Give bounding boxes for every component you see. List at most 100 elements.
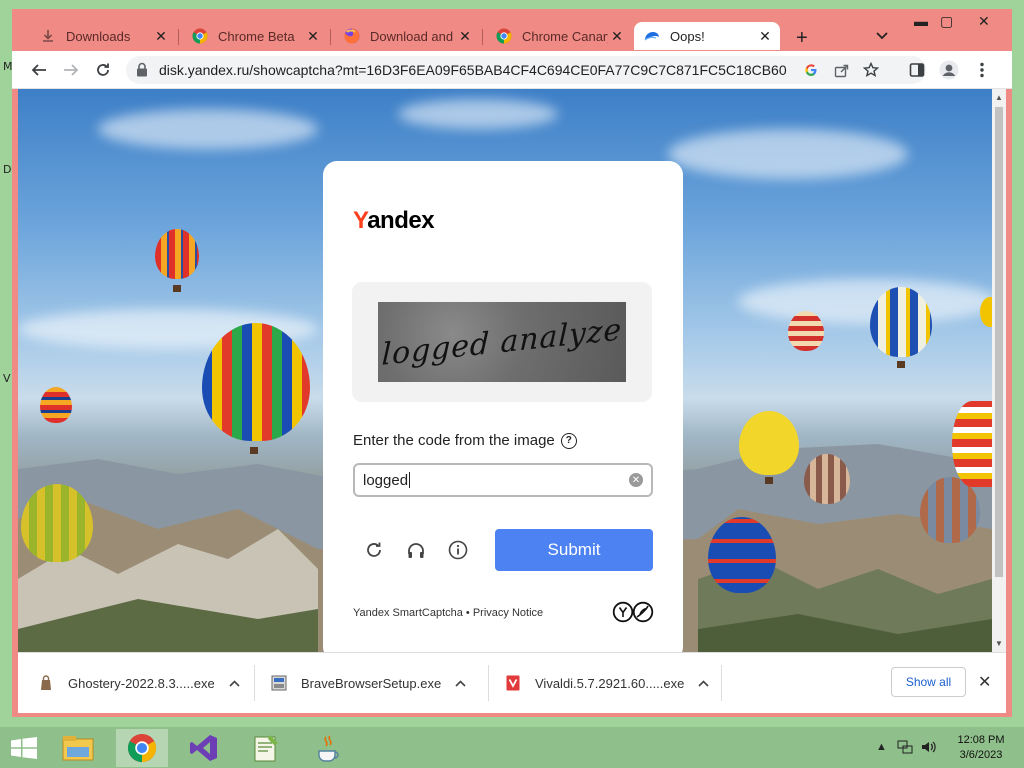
show-all-downloads-button[interactable]: Show all	[891, 667, 966, 697]
download-filename: BraveBrowserSetup.exe	[301, 675, 442, 691]
balloon	[952, 401, 992, 487]
download-item[interactable]: BraveBrowserSetup.exe	[271, 653, 466, 713]
forward-icon[interactable]	[60, 59, 82, 81]
browser-toolbar: disk.yandex.ru/showcaptcha?mt=16D3F6EA09…	[12, 51, 1012, 89]
tab-label: Downloads	[66, 28, 131, 44]
chevron-up-icon[interactable]	[229, 676, 240, 690]
yandex-logo: Yandex	[353, 207, 435, 234]
prompt-label: Enter the code from the image	[353, 432, 555, 449]
smartcaptcha-link[interactable]: Yandex SmartCaptcha	[353, 607, 463, 619]
balloon	[21, 484, 93, 562]
close-window-icon[interactable]: ✕	[978, 13, 990, 30]
headphones-icon[interactable]	[405, 539, 427, 561]
captcha-footer: Yandex SmartCaptcha • Privacy Notice	[353, 607, 544, 619]
share-icon[interactable]	[832, 61, 850, 79]
privacy-notice-link[interactable]: Privacy Notice	[473, 607, 543, 619]
captcha-input-value[interactable]: logged	[363, 472, 411, 489]
refresh-icon[interactable]	[363, 539, 385, 561]
google-icon[interactable]	[802, 61, 820, 79]
lock-icon[interactable]	[136, 62, 148, 82]
captcha-code-input[interactable]: logged ✕	[353, 463, 653, 497]
captcha-image-container: logged analyze	[352, 282, 652, 402]
tab-strip: Downloads ✕ Chrome Beta ✕ Download and i…	[12, 9, 1012, 51]
balloon	[788, 311, 824, 351]
tab-downloads[interactable]: Downloads ✕	[30, 22, 176, 50]
balloon	[708, 517, 776, 593]
chrome-icon[interactable]	[116, 729, 168, 767]
clock-date: 3/6/2023	[959, 749, 1003, 761]
network-icon[interactable]	[897, 739, 913, 758]
tab-label: Download and i	[370, 28, 456, 44]
page-scrollbar[interactable]: ▲ ▼	[992, 89, 1006, 652]
file-explorer-icon[interactable]	[52, 729, 104, 767]
chrome-icon	[192, 28, 208, 44]
balloon	[870, 287, 932, 357]
minimize-icon[interactable]: ▬	[914, 13, 928, 29]
windows-start-icon[interactable]	[10, 737, 38, 759]
taskbar: ▲ 12:08 PM 3/6/2023	[0, 727, 1024, 768]
yandex-disk-icon	[644, 28, 660, 44]
download-filename: Ghostery-2022.8.3.....exe	[68, 675, 215, 691]
browser-window: Downloads ✕ Chrome Beta ✕ Download and i…	[12, 9, 1012, 717]
tab-chrome-beta[interactable]: Chrome Beta ✕	[182, 22, 328, 50]
side-panel-icon[interactable]	[906, 59, 928, 81]
download-icon	[40, 28, 56, 44]
close-downloads-bar-icon[interactable]: ✕	[978, 672, 991, 692]
chevron-up-icon[interactable]	[455, 676, 466, 690]
balloon	[40, 387, 72, 423]
tab-oops[interactable]: Oops! ✕	[634, 22, 780, 50]
tab-label: Chrome Beta	[218, 28, 295, 44]
balloon	[804, 454, 850, 504]
captcha-image: logged analyze	[378, 302, 626, 382]
system-clock[interactable]: 12:08 PM 3/6/2023	[948, 733, 1014, 763]
ghostery-file-icon	[38, 675, 54, 691]
smartcaptcha-badge-icon	[612, 601, 654, 623]
java-icon[interactable]	[302, 729, 354, 767]
tab-search-chevron-icon[interactable]	[876, 27, 888, 43]
captcha-prompt: Enter the code from the image ?	[353, 432, 577, 449]
volume-icon[interactable]	[920, 739, 938, 758]
visual-studio-icon[interactable]	[178, 729, 230, 767]
maximize-icon[interactable]: ▢	[940, 13, 953, 30]
scroll-down-icon[interactable]: ▼	[995, 639, 1003, 648]
bookmark-star-icon[interactable]	[862, 61, 880, 79]
balloon	[739, 411, 799, 475]
tab-chrome-canary[interactable]: Chrome Canary ✕	[486, 22, 632, 50]
notepad-plus-plus-icon[interactable]	[240, 729, 292, 767]
balloon	[155, 229, 199, 279]
balloon	[980, 297, 992, 327]
address-bar[interactable]: disk.yandex.ru/showcaptcha?mt=16D3F6EA09…	[126, 56, 926, 84]
scroll-thumb[interactable]	[995, 107, 1003, 577]
reload-icon[interactable]	[92, 59, 114, 81]
chevron-up-icon[interactable]	[698, 676, 709, 690]
chrome-icon	[496, 28, 512, 44]
firefox-icon	[344, 28, 360, 44]
scroll-up-icon[interactable]: ▲	[995, 93, 1003, 102]
close-tab-icon[interactable]: ✕	[456, 28, 474, 45]
clear-input-icon[interactable]: ✕	[629, 473, 643, 487]
close-tab-icon[interactable]: ✕	[304, 28, 322, 45]
help-icon[interactable]: ?	[560, 432, 577, 449]
desktop-icon-label: D	[3, 163, 12, 176]
info-icon[interactable]	[447, 539, 469, 561]
vivaldi-file-icon	[505, 675, 521, 691]
desktop-icon-label: V	[3, 372, 11, 385]
url-text[interactable]: disk.yandex.ru/showcaptcha?mt=16D3F6EA09…	[159, 62, 787, 78]
profile-avatar-icon[interactable]	[938, 59, 960, 81]
tab-download-and[interactable]: Download and i ✕	[334, 22, 480, 50]
close-tab-icon[interactable]: ✕	[152, 28, 170, 45]
tab-label: Chrome Canary	[522, 28, 608, 44]
download-item[interactable]: Vivaldi.5.7.2921.60.....exe	[505, 653, 709, 713]
clock-time: 12:08 PM	[957, 734, 1005, 746]
new-tab-icon[interactable]: +	[796, 27, 808, 50]
download-item[interactable]: Ghostery-2022.8.3.....exe	[38, 653, 240, 713]
installer-file-icon	[271, 675, 287, 691]
back-icon[interactable]	[28, 59, 50, 81]
show-hidden-icons-icon[interactable]: ▲	[876, 741, 887, 753]
balloon	[202, 323, 310, 441]
close-tab-icon[interactable]: ✕	[756, 28, 774, 45]
tab-label: Oops!	[670, 28, 705, 44]
close-tab-icon[interactable]: ✕	[608, 28, 626, 45]
submit-button[interactable]: Submit	[495, 529, 653, 571]
menu-kebab-icon[interactable]	[971, 59, 993, 81]
